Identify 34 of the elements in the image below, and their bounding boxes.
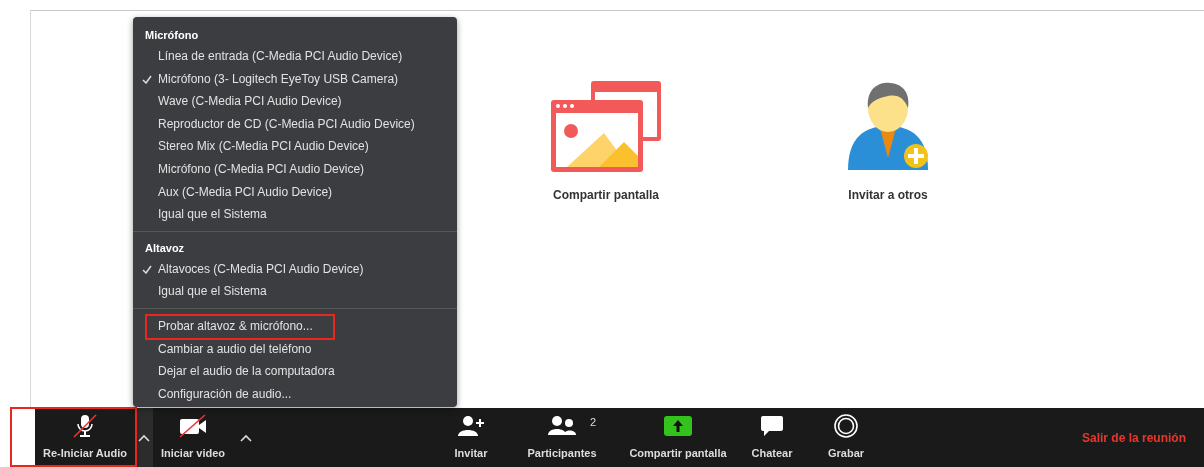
caret-icon [240, 433, 252, 442]
menu-item[interactable]: Micrófono (3- Logitech EyeToy USB Camera) [133, 67, 457, 91]
share-screen-icon [664, 415, 692, 436]
person-plus-icon [457, 414, 485, 437]
toolbar-button[interactable]: Iniciar video [153, 408, 233, 467]
menu-item[interactable]: Micrófono (C-Media PCI Audio Device) [133, 157, 457, 181]
tile-label: Invitar a otros [848, 187, 928, 204]
menu-item[interactable]: Configuración de audio... [133, 382, 457, 406]
toolbar-button[interactable]: Compartir pantalla [620, 408, 736, 467]
people-icon [548, 414, 576, 437]
toolbar-button[interactable]: Chatear [742, 408, 802, 467]
menu-item[interactable]: Probar altavoz & micrófono... [133, 314, 457, 338]
toolbar-button[interactable]: Participantes 2 [514, 408, 610, 467]
menu-item[interactable]: Aux (C-Media PCI Audio Device) [133, 180, 457, 204]
record-icon [834, 413, 858, 438]
menu-item[interactable]: Stereo Mix (C-Media PCI Audio Device) [133, 135, 457, 158]
menu-item[interactable]: Reproductor de CD (C-Media PCI Audio Device) [133, 112, 457, 136]
menu-item[interactable]: Altavoces (C-Media PCI Audio Device) [133, 257, 457, 281]
toolbar-button[interactable]: Grabar [816, 408, 876, 467]
caret-icon [138, 433, 150, 442]
menu-item[interactable]: Línea de entrada (C-Media PCI Audio Device) [133, 45, 457, 68]
section-header: Micrófono [144, 28, 200, 43]
toolbar-button[interactable]: Invitar [441, 408, 501, 467]
chat-bubble-icon [760, 414, 784, 437]
menu-item[interactable]: Dejar el audio de la computadora [133, 360, 457, 383]
participant-count: 2 [589, 415, 596, 430]
section-header: Altavoz [144, 240, 186, 256]
menu-item[interactable]: Igual que el Sistema [133, 280, 457, 303]
leave-meeting-button[interactable]: Salir de la reunión [1075, 427, 1192, 448]
menu-item[interactable]: Igual que el Sistema [133, 203, 457, 226]
menu-item[interactable]: Cambiar a audio del teléfono [133, 337, 457, 361]
toolbar-button[interactable]: Re-Iniciar Audio [35, 408, 135, 467]
tile-label: Compartir pantalla [553, 187, 659, 204]
menu-item[interactable]: Wave (C-Media PCI Audio Device) [133, 90, 457, 113]
